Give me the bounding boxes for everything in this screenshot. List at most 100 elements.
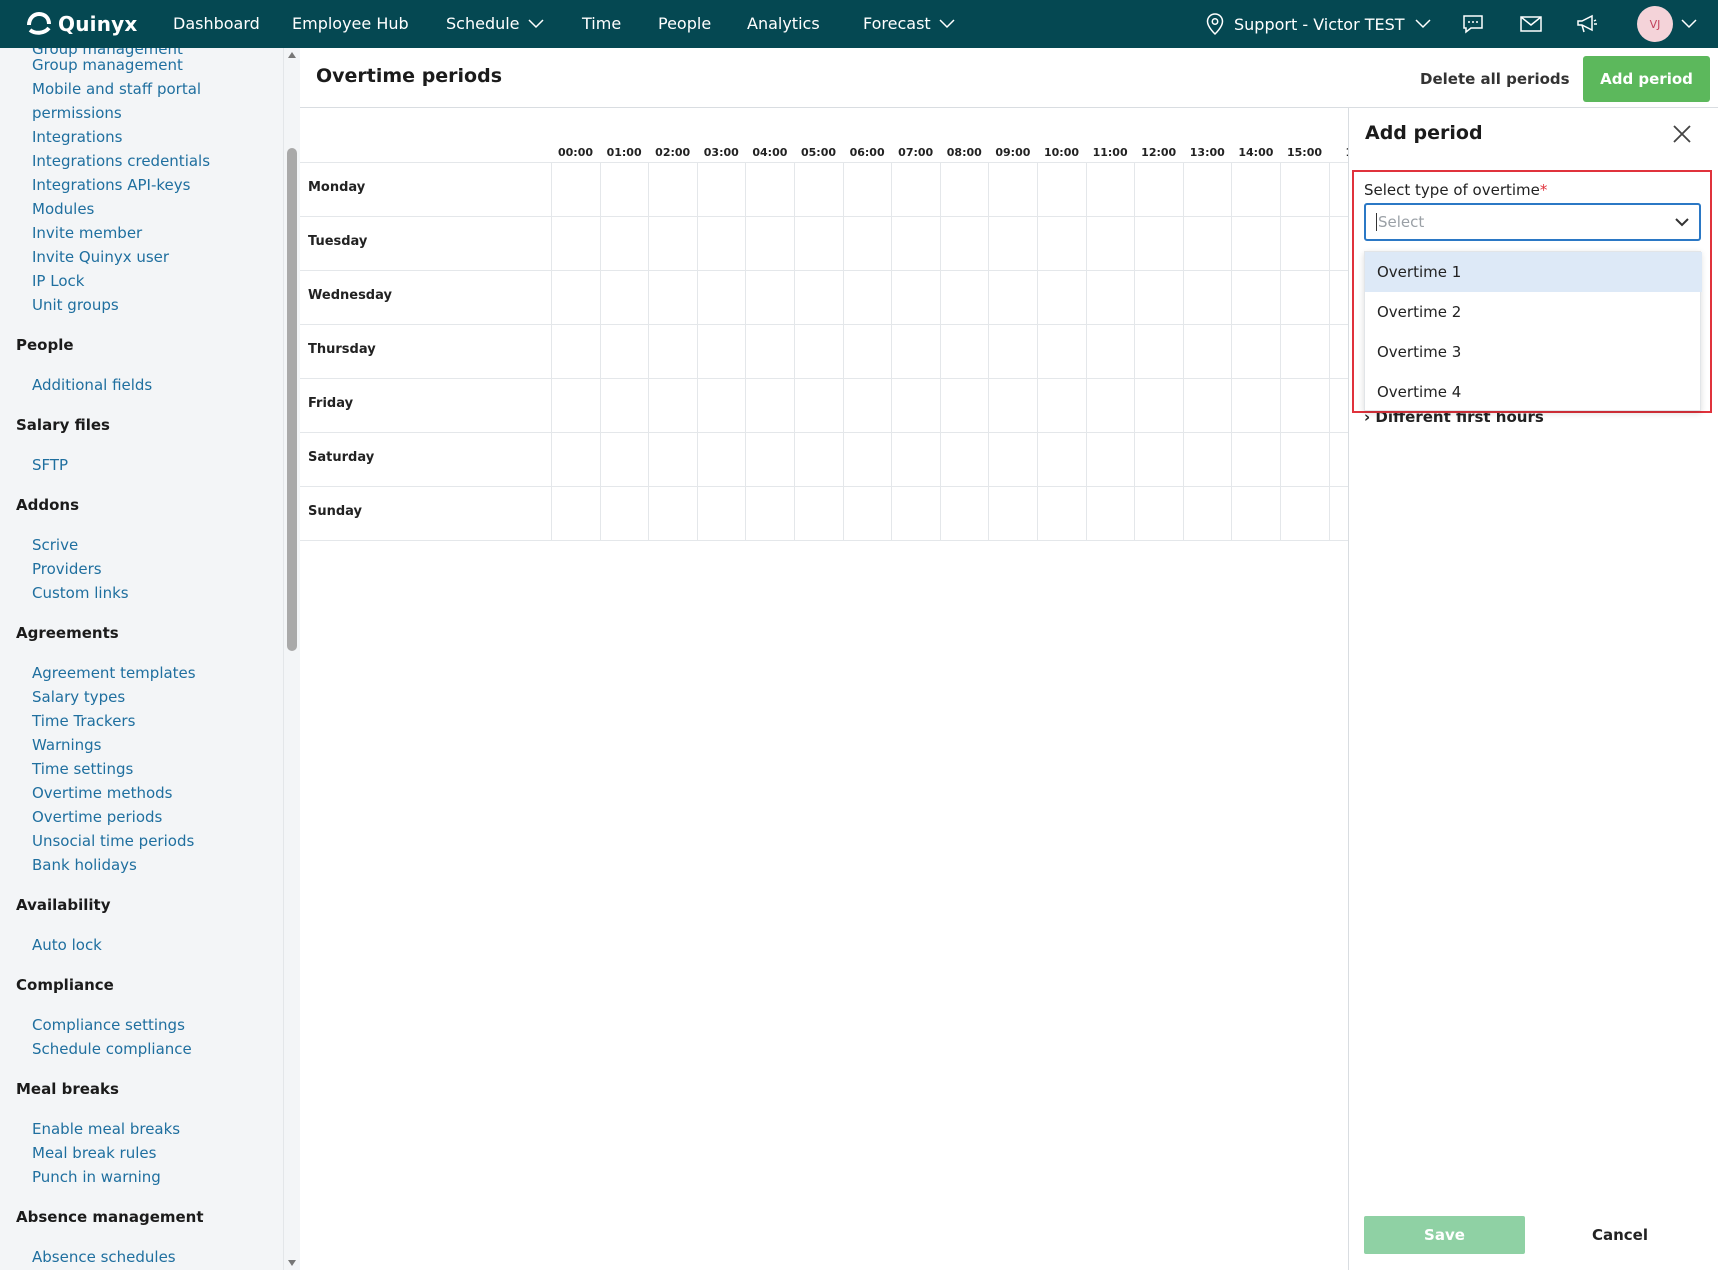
overtime-type-dropdown: Overtime 1 Overtime 2 Overtime 3 Overtim… [1364,251,1702,412]
sidebar-item-unsocial-time-periods[interactable]: Unsocial time periods [32,832,194,850]
chevron-down-icon [1681,19,1697,29]
nav-time[interactable]: Time [582,0,621,48]
sidebar-item-auto-lock[interactable]: Auto lock [32,936,102,954]
grid-column-line [794,162,795,540]
quinyx-logo[interactable]: Quinyx [26,9,137,39]
location-selector[interactable]: Support - Victor TEST [1206,0,1431,48]
sidebar-item-integrations-api-keys[interactable]: Integrations API-keys [32,176,190,194]
sidebar-item-schedule-compliance[interactable]: Schedule compliance [32,1040,192,1058]
cancel-button[interactable]: Cancel [1560,1216,1680,1254]
hour-label: 01:00 [606,146,642,159]
sidebar-item-invite-quinyx-user[interactable]: Invite Quinyx user [32,248,169,266]
sidebar-heading-agreements: Agreements [16,624,119,642]
hour-label: 03:00 [703,146,739,159]
nav-employee-hub-label: Employee Hub [292,14,409,33]
sidebar-item-mobile-staff-portal[interactable]: Mobile and staff portal [32,80,201,98]
hour-label: 05:00 [800,146,836,159]
scroll-up-arrow-icon[interactable] [288,52,296,58]
sidebar-item-custom-links[interactable]: Custom links [32,584,129,602]
scroll-down-arrow-icon[interactable] [288,1260,296,1266]
sidebar-item-invite-member[interactable]: Invite member [32,224,142,242]
hour-label: 09:00 [995,146,1031,159]
sidebar-item-ip-lock[interactable]: IP Lock [32,272,84,290]
nav-time-label: Time [582,14,622,33]
user-menu[interactable]: VJ [1637,0,1697,48]
sidebar-item-bank-holidays[interactable]: Bank holidays [32,856,137,874]
nav-forecast[interactable]: Forecast [863,0,955,48]
overtime-type-select[interactable]: Select [1364,203,1701,241]
option-overtime-2[interactable]: Overtime 2 [1365,292,1702,332]
hour-label: 08:00 [946,146,982,159]
select-placeholder: Select [1376,213,1425,231]
hour-label: 10:00 [1043,146,1079,159]
sidebar-heading-addons: Addons [16,496,79,514]
nav-people[interactable]: People [658,0,711,48]
sidebar-item-unit-groups[interactable]: Unit groups [32,296,119,314]
sidebar-item-punch-in-warning[interactable]: Punch in warning [32,1168,161,1186]
sidebar-item-integrations-credentials[interactable]: Integrations credentials [32,152,210,170]
nav-dashboard[interactable]: Dashboard [173,0,260,48]
sidebar-item-time-trackers[interactable]: Time Trackers [32,712,135,730]
sidebar-scrollbar[interactable] [284,48,300,1270]
quinyx-logo-icon [27,11,51,35]
avatar: VJ [1637,6,1673,42]
sidebar-item-sftp[interactable]: SFTP [32,456,68,474]
grid-row-line [300,270,1348,271]
option-overtime-3[interactable]: Overtime 3 [1365,332,1702,372]
grid-row-line [300,162,1348,163]
nav-analytics[interactable]: Analytics [747,0,820,48]
grid-column-line [1328,162,1330,540]
sidebar-item-integrations[interactable]: Integrations [32,128,122,146]
sidebar-item-enable-meal-breaks[interactable]: Enable meal breaks [32,1120,180,1138]
overtime-periods-grid: 00:00 01:00 02:00 03:00 04:00 05:00 06:00 07:00… [300,108,1379,541]
sidebar-item-providers[interactable]: Providers [32,560,102,578]
sidebar-item-salary-types[interactable]: Salary types [32,688,125,706]
top-navigation-bar: Quinyx Dashboard Employee Hub Schedule T… [0,0,1718,48]
nav-analytics-label: Analytics [747,14,820,33]
nav-schedule[interactable]: Schedule [446,0,544,48]
nav-forecast-label: Forecast [863,14,931,33]
sidebar-item-overtime-methods[interactable]: Overtime methods [32,784,172,802]
grid-column-line [1037,162,1038,540]
scrollbar-thumb[interactable] [287,148,297,651]
grid-row-line [300,324,1348,325]
nav-schedule-label: Schedule [446,14,520,33]
mail-button[interactable] [1520,0,1542,48]
sidebar-item-group-management[interactable]: Group management [32,56,183,74]
chevron-down-icon [1415,19,1431,29]
sidebar-item-agreement-templates[interactable]: Agreement templates [32,664,196,682]
sidebar-item-overtime-periods[interactable]: Overtime periods [32,808,162,826]
sidebar-heading-people: People [16,336,74,354]
sidebar-item-time-settings[interactable]: Time settings [32,760,133,778]
hour-label: 00:00 [557,146,593,159]
settings-sidebar: Group management Group management Mobile… [0,48,284,1270]
grid-column-line [1231,162,1233,540]
location-label: Support - Victor TEST [1234,14,1405,34]
grid-column-line [939,162,941,540]
delete-all-periods-button[interactable]: Delete all periods [1420,70,1570,88]
sidebar-item-compliance-settings[interactable]: Compliance settings [32,1016,185,1034]
sidebar-item-additional-fields[interactable]: Additional fields [32,376,152,394]
announcements-button[interactable] [1576,0,1598,48]
close-panel-button[interactable] [1671,124,1693,146]
sidebar-item-scrive[interactable]: Scrive [32,536,78,554]
day-label: Monday [308,180,366,195]
save-button[interactable]: Save [1364,1216,1525,1254]
sidebar-item-absence-schedules[interactable]: Absence schedules [32,1248,176,1266]
sidebar-item-permissions[interactable]: permissions [32,104,122,122]
sidebar-item-meal-break-rules[interactable]: Meal break rules [32,1144,156,1162]
sidebar-heading-meal-breaks: Meal breaks [16,1080,119,1098]
add-period-button[interactable]: Add period [1583,56,1710,102]
hour-label: 12:00 [1141,146,1177,159]
sidebar-item-warnings[interactable]: Warnings [32,736,102,754]
nav-employee-hub[interactable]: Employee Hub [292,0,409,48]
sidebar-heading-compliance: Compliance [16,976,114,994]
nav-dashboard-label: Dashboard [173,14,260,33]
grid-column-line [1134,162,1136,540]
chat-button[interactable] [1462,0,1484,48]
chevron-down-icon [528,19,544,29]
panel-title: Add period [1365,122,1483,144]
sidebar-item-modules[interactable]: Modules [32,200,94,218]
option-overtime-1[interactable]: Overtime 1 [1365,252,1702,292]
option-overtime-4[interactable]: Overtime 4 [1365,372,1702,412]
